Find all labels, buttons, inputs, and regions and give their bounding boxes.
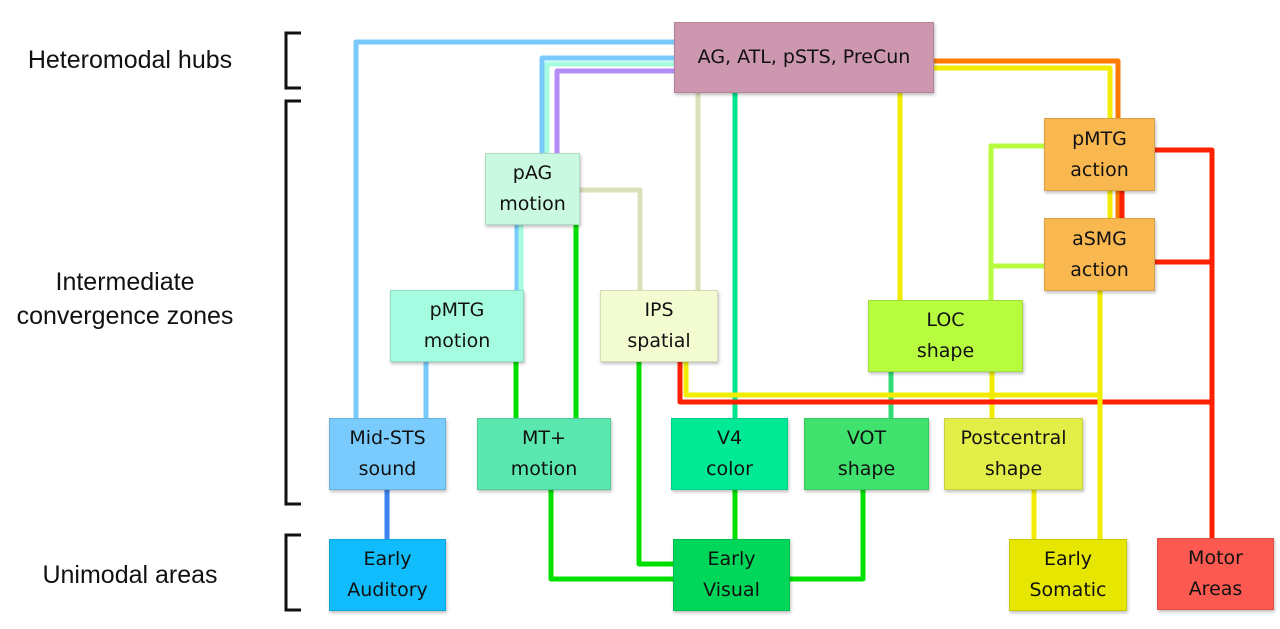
node-label-line: color [706, 458, 753, 480]
connection-ips-early-visual [636, 362, 673, 567]
connection-pmtg-action-motor [1155, 147, 1215, 538]
node-e-som: Early Somatic [1009, 539, 1127, 611]
node-label-line: MT+ [522, 427, 566, 449]
node-label-line: shape [984, 458, 1043, 480]
node-label-line: Early [707, 548, 756, 570]
node-label-line: Early [1044, 548, 1092, 570]
node-label-line: Auditory [347, 579, 428, 601]
node-label-line: action [1070, 258, 1129, 281]
node-pmtg-m: pMTG motion [390, 290, 524, 362]
node-label-line: sound [358, 458, 417, 480]
node-ips: IPS spatial [600, 290, 718, 362]
node-label-line: Somatic [1029, 579, 1107, 601]
node-e-aud: Early Auditory [329, 539, 446, 611]
node-loc: LOC shape [868, 300, 1023, 372]
node-label-line: action [1070, 158, 1129, 181]
node-label-line: Visual [703, 579, 760, 601]
node-label-line: spatial [627, 330, 691, 352]
node-label-line: Postcentral [960, 427, 1067, 449]
node-label-line: pAG [512, 162, 553, 184]
bracket-convergence [284, 99, 301, 506]
connection-vot-early-visual [790, 490, 866, 582]
node-label-line: Early [363, 548, 412, 570]
node-hub: AG, ATL, pSTS, PreCun [674, 22, 934, 93]
node-label-line: IPS [644, 299, 674, 321]
node-label-line: motion [510, 458, 578, 480]
node-label-line: aSMG [1072, 227, 1127, 250]
node-pmtg-a: pMTG action [1044, 118, 1155, 191]
node-label-line: shape [837, 458, 896, 480]
bracket-heteromodal [284, 31, 301, 90]
connection-hub-pag-purple [554, 68, 674, 153]
bracket-unimodal [284, 533, 301, 612]
node-label-line: AG, ATL, pSTS, PreCun [697, 46, 911, 68]
node-label-line: pMTG [1072, 127, 1127, 150]
node-label-line: shape [916, 340, 975, 362]
node-label-line: motion [499, 193, 566, 215]
connection-pag-ips [580, 187, 643, 290]
node-postc: Postcentral shape [944, 418, 1083, 490]
node-label-line: Motor [1188, 547, 1243, 569]
level-label-convergence: Intermediate convergence zones [16, 268, 234, 330]
node-label-line: V4 [716, 427, 743, 449]
node-e-vis: Early Visual [673, 539, 790, 611]
node-vot: VOT shape [804, 418, 929, 490]
connection-loc-pmtg-action [988, 143, 1044, 300]
level-label-heteromodal: Heteromodal hubs [27, 46, 233, 74]
level-brackets [284, 31, 301, 612]
node-pag: pAG motion [485, 153, 580, 225]
node-label-line: LOC [926, 309, 965, 331]
node-label-line: VOT [846, 427, 887, 449]
node-label-line: motion [423, 330, 491, 352]
level-label-unimodal: Unimodal areas [42, 561, 218, 589]
node-v4: V4 color [671, 418, 788, 490]
node-motor: Motor Areas [1157, 538, 1274, 610]
node-label-line: Areas [1188, 578, 1243, 600]
node-asmg: aSMG action [1044, 218, 1155, 291]
node-label-line: pMTG [429, 299, 485, 321]
node-label-line: Mid-STS [349, 427, 426, 449]
node-mt: MT+ motion [477, 418, 611, 490]
node-midsts: Mid-STS sound [329, 418, 446, 490]
